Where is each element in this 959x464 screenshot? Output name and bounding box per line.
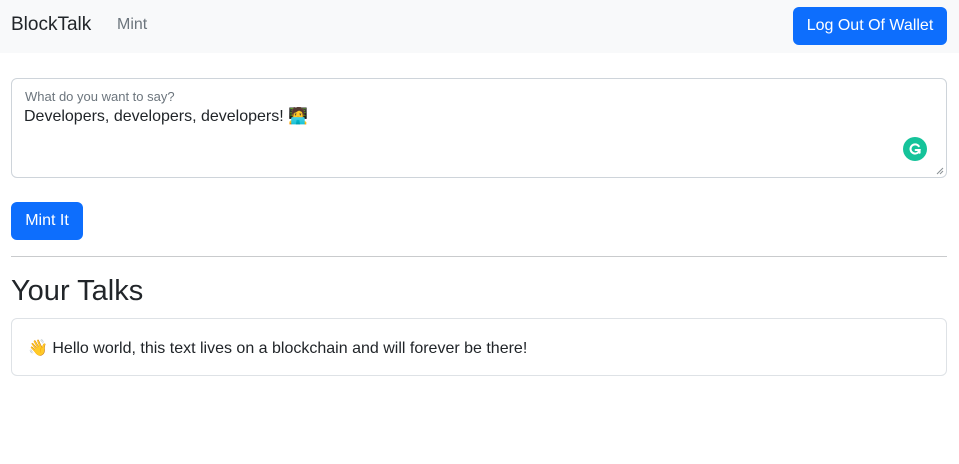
mint-button[interactable]: Mint It	[11, 202, 83, 240]
divider	[11, 256, 947, 257]
talk-input-label: What do you want to say?	[25, 89, 175, 104]
grammarly-icon[interactable]	[903, 137, 927, 161]
talk-card: 👋 Hello world, this text lives on a bloc…	[11, 318, 947, 376]
nav-link-mint[interactable]: Mint	[117, 16, 147, 34]
talk-input-container: What do you want to say?	[11, 78, 947, 178]
talk-text: 👋 Hello world, this text lives on a bloc…	[28, 340, 528, 357]
brand-link[interactable]: BlockTalk	[11, 14, 91, 36]
logout-button[interactable]: Log Out Of Wallet	[793, 7, 947, 45]
resize-handle-icon[interactable]	[936, 167, 944, 175]
section-title: Your Talks	[11, 275, 144, 307]
grammarly-g-glyph	[909, 143, 921, 155]
navbar: BlockTalk Mint Log Out Of Wallet	[0, 0, 959, 53]
talk-input[interactable]	[24, 107, 904, 167]
